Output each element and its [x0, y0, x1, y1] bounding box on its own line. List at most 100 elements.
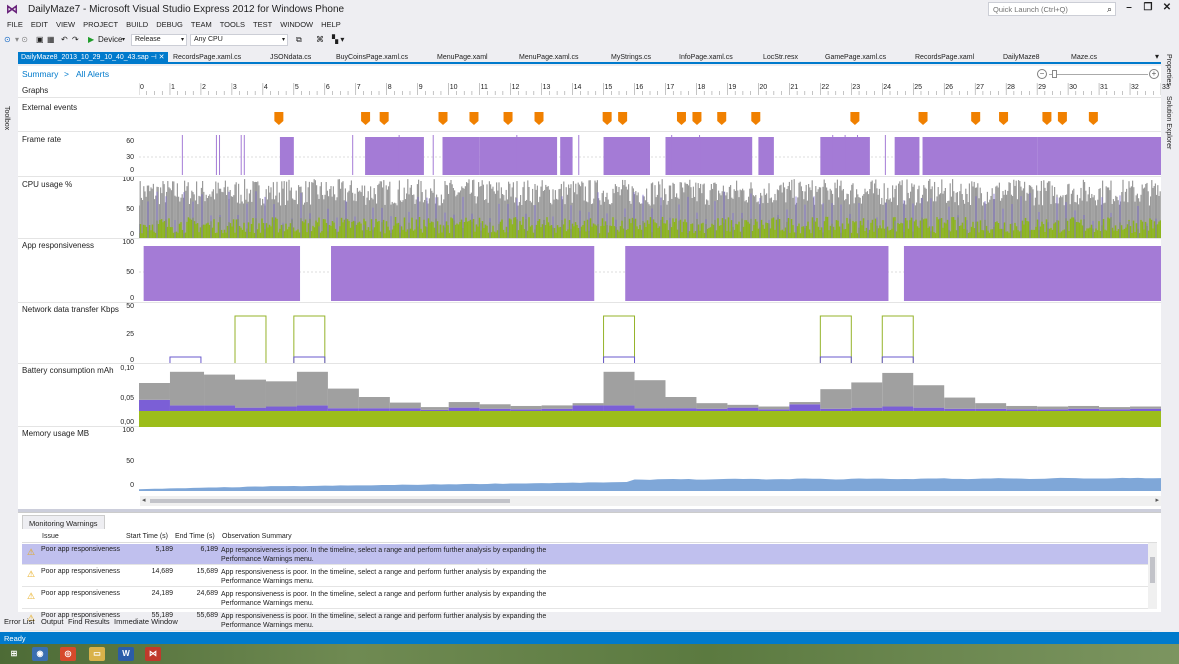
battery-display-bar: [634, 408, 666, 411]
document-tab[interactable]: BuyCoinsPage.xaml.cs: [333, 52, 411, 64]
menu-debug[interactable]: DEBUG: [152, 18, 187, 31]
timeline-scrollbar-thumb[interactable]: [150, 499, 510, 503]
menu-team[interactable]: TEAM: [187, 18, 216, 31]
column-header-end-time[interactable]: End Time (s): [175, 533, 215, 540]
column-header-observation[interactable]: Observation Summary: [222, 533, 292, 540]
column-header-start-time[interactable]: Start Time (s): [126, 533, 168, 540]
minimize-button[interactable]: –: [1121, 2, 1137, 16]
new-project-icon[interactable]: ▣: [36, 34, 44, 46]
table-row[interactable]: ⚠ Poor app responsiveness 5,189 6,189 App re…: [22, 544, 1152, 565]
start-debugging-icon[interactable]: ▶: [88, 34, 94, 46]
battery-display-bar: [696, 408, 728, 411]
start-time-cell: 5,189: [155, 546, 173, 553]
restore-button[interactable]: ❐: [1140, 2, 1156, 16]
zoom-out-button[interactable]: −: [1037, 69, 1047, 79]
battery-display-bar: [944, 408, 976, 411]
document-tab[interactable]: GamePage.xaml.cs: [822, 52, 889, 64]
platform-select[interactable]: Any CPU ▾: [190, 34, 288, 46]
battery-display-bar: [235, 407, 266, 411]
scroll-right-icon[interactable]: ▸: [1155, 496, 1159, 504]
configuration-select[interactable]: Release ▾: [131, 34, 187, 46]
visual-studio-taskbar-icon[interactable]: ⋈: [145, 647, 161, 661]
document-tab[interactable]: MenuPage.xaml.cs: [516, 52, 582, 64]
file-explorer-icon[interactable]: ▭: [89, 647, 105, 661]
close-tab-icon[interactable]: ⊣ ✕: [149, 54, 165, 61]
undo-icon[interactable]: ↶: [61, 34, 68, 46]
attach-icon[interactable]: ⌘: [316, 34, 324, 46]
chrome-icon[interactable]: ◎: [60, 647, 76, 661]
document-tab[interactable]: JSONdata.cs: [267, 52, 314, 64]
word-icon[interactable]: W: [118, 647, 134, 661]
desktop-app-icon[interactable]: ◉: [32, 647, 48, 661]
battery-display-bar: [510, 409, 542, 411]
performance-graphs[interactable]: [139, 83, 1161, 496]
scroll-left-icon[interactable]: ◂: [142, 496, 146, 504]
zoom-slider-track[interactable]: [1049, 74, 1148, 75]
back-icon[interactable]: ⊙: [4, 34, 11, 46]
quick-launch-input[interactable]: Quick Launch (Ctrl+Q) ⌕: [988, 2, 1116, 16]
menu-test[interactable]: TEST: [249, 18, 276, 31]
battery-base: [139, 411, 1161, 427]
breadcrumb-all-alerts[interactable]: All Alerts: [76, 69, 109, 79]
save-all-icon[interactable]: ▦: [47, 34, 55, 46]
warnings-scrollbar[interactable]: [1148, 543, 1157, 609]
tab-overflow-icon[interactable]: ▾: [1155, 52, 1159, 61]
table-row[interactable]: ⚠ Poor app responsiveness 14,689 15,689 App …: [22, 566, 1152, 587]
responsiveness-block: [903, 246, 1161, 301]
timeline-scrollbar[interactable]: ◂ ▸: [140, 496, 1161, 506]
warnings-scrollbar-thumb[interactable]: [1150, 557, 1155, 583]
tab-output[interactable]: Output: [41, 617, 64, 626]
layout-icon[interactable]: ▚ ▾: [332, 34, 344, 46]
external-event-marker: [469, 112, 479, 125]
document-tab[interactable]: RecordsPage.xaml: [912, 52, 977, 64]
windows-start-icon[interactable]: ⊞: [6, 647, 22, 661]
document-tab[interactable]: DailyMaze8_2013_10_29_10_40_43.sap ⊣ ✕: [18, 52, 168, 64]
document-tab[interactable]: MyStrings.cs: [608, 52, 654, 64]
tab-immediate-window[interactable]: Immediate Window: [114, 617, 178, 626]
table-row[interactable]: ⚠ Poor app responsiveness 24,189 24,689 App …: [22, 588, 1152, 609]
menu-edit[interactable]: EDIT: [27, 18, 52, 31]
breadcrumb-summary[interactable]: Summary: [22, 69, 58, 79]
close-button[interactable]: ✕: [1159, 2, 1175, 16]
document-tab[interactable]: Maze.cs: [1068, 52, 1100, 64]
redo-icon[interactable]: ↷: [72, 34, 79, 46]
battery-display-bar: [975, 408, 1007, 411]
document-tab[interactable]: RecordsPage.xaml.cs: [170, 52, 244, 64]
document-tab[interactable]: InfoPage.xaml.cs: [676, 52, 736, 64]
battery-network-bar: [696, 403, 728, 409]
document-tab-label: LocStr.resx: [763, 54, 799, 61]
breadcrumb-separator: >: [64, 69, 69, 79]
run-target-chevron-icon[interactable]: ▾: [122, 34, 125, 46]
zoom-in-button[interactable]: +: [1149, 69, 1159, 79]
network-tick: 25: [126, 331, 134, 338]
menu-tools[interactable]: TOOLS: [216, 18, 249, 31]
tab-error-list[interactable]: Error List: [4, 617, 34, 626]
menu-project[interactable]: PROJECT: [79, 18, 122, 31]
ruler-tick-label: 33: [1162, 84, 1170, 91]
menu-file[interactable]: FILE: [3, 18, 27, 31]
toolbox-tab[interactable]: Toolbox: [3, 106, 10, 130]
tab-find-results[interactable]: Find Results: [68, 617, 110, 626]
external-event-marker: [676, 112, 686, 125]
battery-display-bar: [603, 405, 635, 411]
zoom-slider-thumb[interactable]: [1052, 70, 1057, 78]
external-event-marker: [1057, 112, 1067, 125]
properties-tab[interactable]: Properties: [1165, 54, 1172, 86]
monitoring-warnings-tab[interactable]: Monitoring Warnings: [22, 515, 105, 529]
document-tab[interactable]: LocStr.resx: [760, 52, 801, 64]
menu-help[interactable]: HELP: [317, 18, 345, 31]
external-event-marker: [1042, 112, 1052, 125]
issue-cell: Poor app responsiveness: [41, 590, 120, 597]
observation-cell: App responsiveness is poor. In the timel…: [221, 591, 547, 607]
menu-view[interactable]: VIEW: [52, 18, 79, 31]
menu-build[interactable]: BUILD: [122, 18, 152, 31]
find-icon[interactable]: ⧉: [296, 34, 302, 46]
column-header-issue[interactable]: Issue: [42, 533, 59, 540]
document-tab[interactable]: MenuPage.xaml: [434, 52, 491, 64]
document-tab[interactable]: DailyMaze8: [1000, 52, 1043, 64]
forward-icon[interactable]: ▾ ⊙: [15, 34, 28, 46]
battery-network-bar: [169, 371, 205, 406]
solution-explorer-tab[interactable]: Solution Explorer: [1165, 96, 1172, 149]
run-target-button[interactable]: Device: [98, 34, 122, 46]
menu-window[interactable]: WINDOW: [276, 18, 317, 31]
